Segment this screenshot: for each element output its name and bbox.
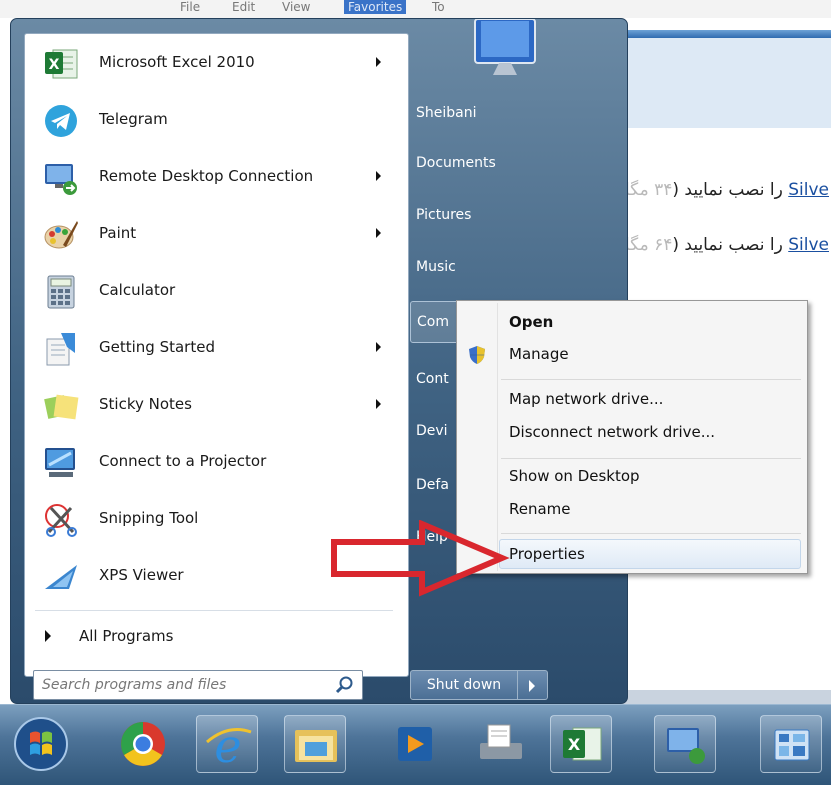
submenu-arrow-icon[interactable] <box>376 228 381 238</box>
context-separator <box>501 458 801 459</box>
program-label: XPS Viewer <box>99 566 184 584</box>
program-getting-started[interactable]: Getting Started <box>33 323 401 375</box>
menu-tools[interactable]: To <box>432 0 445 14</box>
uac-shield-icon <box>469 346 485 364</box>
media-player-icon[interactable] <box>384 715 446 773</box>
silverlight-link-1[interactable]: Silve <box>788 180 829 200</box>
context-item-properties[interactable]: Properties <box>509 545 585 563</box>
context-item-rename[interactable]: Rename <box>509 500 571 518</box>
all-programs-label: All Programs <box>79 627 174 645</box>
background-panel <box>620 38 831 128</box>
program-connect-projector[interactable]: Connect to a Projector <box>33 437 401 489</box>
program-excel[interactable]: X Microsoft Excel 2010 <box>33 38 401 90</box>
context-item-map-network-drive[interactable]: Map network drive... <box>509 390 663 408</box>
submenu-arrow-icon[interactable] <box>376 171 381 181</box>
program-label: Telegram <box>99 110 168 128</box>
programs-separator <box>35 610 393 611</box>
start-item-pictures[interactable]: Pictures <box>416 207 471 223</box>
start-orb-icon[interactable] <box>10 715 72 773</box>
fax-scan-icon[interactable] <box>470 715 532 773</box>
start-item-devices[interactable]: Devi <box>416 423 448 439</box>
xps-viewer-icon <box>45 565 77 589</box>
svg-text:e: e <box>214 719 241 773</box>
program-telegram[interactable]: Telegram <box>33 95 401 147</box>
control-panel-icon <box>774 729 810 761</box>
start-item-documents[interactable]: Documents <box>416 155 496 171</box>
background-header-bar <box>620 30 831 38</box>
context-item-manage[interactable]: Manage <box>509 345 569 363</box>
program-label: Calculator <box>99 281 176 299</box>
menu-file[interactable]: File <box>180 0 200 14</box>
program-label: Connect to a Projector <box>99 452 267 470</box>
excel-taskbar-button[interactable]: X <box>550 715 612 773</box>
start-item-control-panel[interactable]: Cont <box>416 371 449 387</box>
all-programs-button[interactable]: All Programs <box>35 622 395 650</box>
internet-explorer-icon: e <box>206 719 252 773</box>
start-item-default-programs[interactable]: Defa <box>416 477 449 493</box>
remote-desktop-icon <box>45 164 77 195</box>
calculator-icon <box>47 275 75 309</box>
paint-icon <box>44 221 78 249</box>
program-calculator[interactable]: Calculator <box>33 266 401 318</box>
context-item-disconnect-network-drive[interactable]: Disconnect network drive... <box>509 423 715 441</box>
search-placeholder: Search programs and files <box>42 677 227 693</box>
expand-arrow-icon <box>45 630 51 642</box>
shutdown-options-arrow-icon[interactable] <box>518 670 548 700</box>
rtl-text: را نصب نمایید ( <box>672 235 789 255</box>
file-explorer-taskbar-button[interactable] <box>284 715 346 773</box>
program-label: Microsoft Excel 2010 <box>99 53 255 71</box>
file-explorer-icon <box>295 730 337 762</box>
silverlight-link-2[interactable]: Silve <box>788 235 829 255</box>
background-menubar: File Edit View Favorites To <box>0 0 831 18</box>
program-label: Snipping Tool <box>99 509 199 527</box>
red-pointer-arrow-icon <box>331 520 510 597</box>
remote-desktop-icon <box>667 728 705 764</box>
user-picture-icon[interactable] <box>471 19 539 79</box>
search-icon[interactable] <box>334 675 354 695</box>
background-statusbar <box>620 690 831 704</box>
shutdown-group: Shut down <box>410 670 554 700</box>
context-item-open[interactable]: Open <box>509 313 553 331</box>
excel-icon: X <box>563 727 602 761</box>
taskbar: e X <box>0 704 831 785</box>
program-label: Sticky Notes <box>99 395 192 413</box>
start-item-music[interactable]: Music <box>416 259 456 275</box>
context-separator <box>501 379 801 380</box>
program-label: Remote Desktop Connection <box>99 167 314 185</box>
excel-icon: X <box>45 49 78 79</box>
svg-text:X: X <box>568 735 581 754</box>
menu-favorites[interactable]: Favorites <box>344 0 407 14</box>
chrome-icon[interactable] <box>112 715 174 773</box>
svg-text:X: X <box>49 57 60 73</box>
context-separator <box>501 533 801 534</box>
internet-explorer-taskbar-button[interactable]: e <box>196 715 258 773</box>
program-paint[interactable]: Paint <box>33 209 401 261</box>
sticky-notes-icon <box>44 394 79 420</box>
search-input[interactable]: Search programs and files <box>33 670 363 700</box>
rtl-text: را نصب نمایید ( <box>672 180 789 200</box>
menu-view[interactable]: View <box>282 0 310 14</box>
background-rtl-line-2: Silve را نصب نمایید (۶۴ مگابایت <box>594 235 829 255</box>
program-remote-desktop[interactable]: Remote Desktop Connection <box>33 152 401 204</box>
projector-icon <box>45 448 75 477</box>
control-panel-taskbar-button[interactable] <box>760 715 822 773</box>
getting-started-icon <box>46 333 75 366</box>
telegram-icon <box>45 105 77 137</box>
program-sticky-notes[interactable]: Sticky Notes <box>33 380 401 432</box>
background-rtl-line-1: Silve را نصب نمایید (۳۴ مگابایت <box>594 180 829 200</box>
submenu-arrow-icon[interactable] <box>376 342 381 352</box>
menu-edit[interactable]: Edit <box>232 0 255 14</box>
start-item-user[interactable]: Sheibani <box>416 105 477 121</box>
snipping-tool-icon <box>45 504 77 537</box>
submenu-arrow-icon[interactable] <box>376 57 381 67</box>
program-label: Paint <box>99 224 137 242</box>
program-label: Getting Started <box>99 338 215 356</box>
remote-desktop-taskbar-button[interactable] <box>654 715 716 773</box>
shutdown-button[interactable]: Shut down <box>410 670 518 700</box>
submenu-arrow-icon[interactable] <box>376 399 381 409</box>
context-item-show-on-desktop[interactable]: Show on Desktop <box>509 467 640 485</box>
